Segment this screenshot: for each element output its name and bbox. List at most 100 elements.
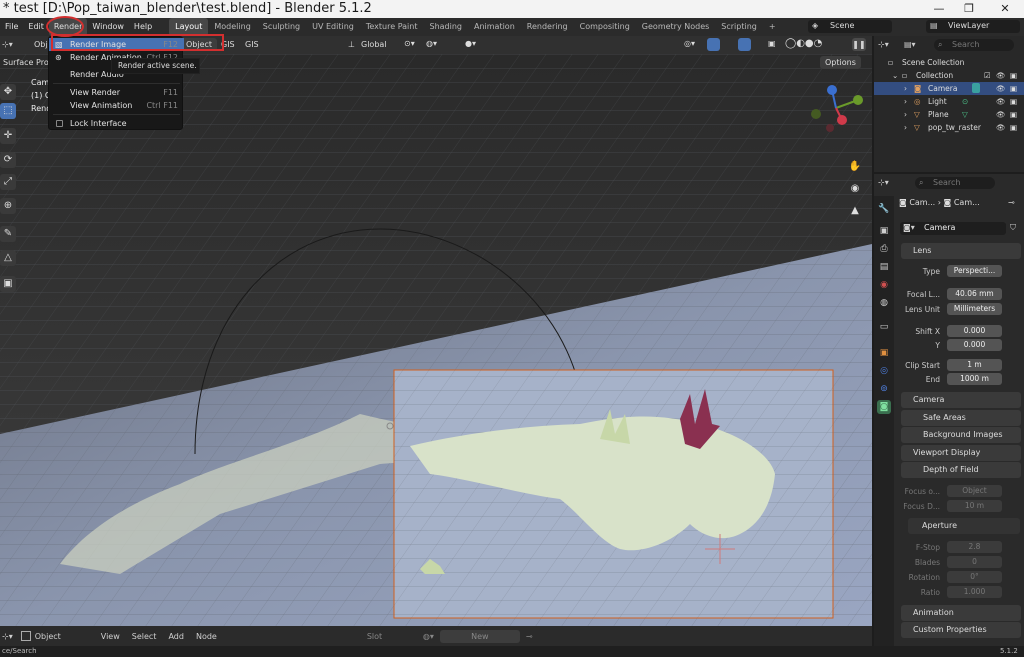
camera-render-icon[interactable]: ▣: [1010, 95, 1017, 108]
outliner-row-light[interactable]: › ◎ Light ⊙ 👁 ▣: [874, 95, 1024, 108]
panel-lens[interactable]: Lens: [901, 243, 1021, 259]
gizmo-toggle-icon[interactable]: [707, 38, 720, 51]
blades-field[interactable]: 0: [947, 556, 1002, 568]
fake-user-shield-icon[interactable]: ⛉: [1010, 223, 1016, 233]
outliner-editor-icon[interactable]: ⊹▾: [878, 40, 889, 49]
minimize-button[interactable]: —: [924, 0, 954, 18]
camera-data-tab-icon[interactable]: ◙: [877, 400, 891, 414]
panel-aperture[interactable]: Aperture: [908, 518, 1020, 534]
transform-orientation-icon[interactable]: ⊥: [348, 40, 355, 49]
collection-tab-icon[interactable]: ▭: [877, 320, 891, 334]
display-mode-icon[interactable]: ▤▾: [904, 40, 916, 49]
bottom-menu-node[interactable]: Node: [196, 632, 217, 641]
focal-length-field[interactable]: 40.06 mm: [947, 288, 1002, 300]
scene-selector[interactable]: ◈ Scene: [808, 20, 892, 33]
focus-distance-field[interactable]: 10 m: [947, 500, 1002, 512]
transform-tool-icon[interactable]: ⊕: [0, 198, 16, 214]
annotate-tool-icon[interactable]: ✎: [0, 226, 16, 242]
camera-render-icon[interactable]: ▣: [1010, 108, 1017, 121]
mode-selector[interactable]: Obj: [34, 40, 48, 49]
pivot-icon[interactable]: ⊙▾: [404, 39, 415, 48]
eye-icon[interactable]: 👁: [996, 108, 1006, 121]
camera-render-icon[interactable]: ▣: [1010, 121, 1017, 134]
outliner-row-pop-tw-raster[interactable]: › ▽ pop_tw_raster 👁 ▣: [874, 121, 1024, 134]
view-layer-tab-icon[interactable]: ▤: [877, 260, 891, 274]
cursor-tool-icon[interactable]: ✥: [0, 84, 16, 100]
shading-modes-icon[interactable]: ◯◐●◔: [785, 38, 822, 49]
close-button[interactable]: ✕: [990, 0, 1020, 18]
output-tab-icon[interactable]: ⎙: [877, 242, 891, 256]
material-icon[interactable]: ◍▾: [423, 632, 434, 641]
panel-background-images[interactable]: Background Images: [901, 427, 1021, 443]
panel-viewport-display[interactable]: Viewport Display: [901, 445, 1021, 461]
tab-uv-editing[interactable]: UV Editing: [306, 18, 360, 36]
slot-selector[interactable]: Slot: [367, 632, 417, 641]
transform-orientation-select[interactable]: Global: [361, 40, 387, 49]
render-tab-icon[interactable]: ▣: [877, 224, 891, 238]
lens-unit-select[interactable]: Millimeters: [947, 303, 1002, 315]
type-select[interactable]: Perspecti...: [947, 265, 1002, 277]
tab-scripting[interactable]: Scripting: [715, 18, 763, 36]
panel-camera[interactable]: Camera: [901, 392, 1021, 408]
pin-icon[interactable]: ⊸: [1008, 198, 1015, 207]
scene-tab-icon[interactable]: ◉: [877, 278, 891, 292]
camera-render-icon[interactable]: ▣: [1010, 82, 1017, 95]
clip-end-field[interactable]: 1000 m: [947, 373, 1002, 385]
camera-render-icon[interactable]: ▣: [1010, 69, 1017, 82]
world-tab-icon[interactable]: ◍: [877, 296, 891, 310]
constraints-tab-icon[interactable]: ⊚: [877, 382, 891, 396]
tab-animation[interactable]: Animation: [468, 18, 521, 36]
panel-depth-of-field[interactable]: Depth of Field: [901, 462, 1021, 478]
editor-type-icon[interactable]: ⊹▾: [2, 40, 13, 49]
eye-icon[interactable]: 👁: [996, 121, 1006, 134]
pan-hand-icon[interactable]: ✋: [848, 160, 862, 174]
proportional-edit-icon[interactable]: ●▾: [465, 39, 476, 48]
object-tab-icon[interactable]: ▣: [877, 346, 891, 360]
add-cube-tool-icon[interactable]: ▣: [0, 276, 16, 292]
menu-item-view-animation[interactable]: View Animation Ctrl F11: [49, 99, 184, 112]
rotate-tool-icon[interactable]: ⟳: [0, 152, 16, 168]
panel-safe-areas[interactable]: Safe Areas: [901, 410, 1021, 426]
measure-tool-icon[interactable]: △: [0, 250, 16, 266]
tab-compositing[interactable]: Compositing: [574, 18, 636, 36]
bottom-menu-add[interactable]: Add: [168, 632, 184, 641]
tab-shading[interactable]: Shading: [423, 18, 468, 36]
new-material-button[interactable]: New: [439, 629, 520, 643]
clip-start-field[interactable]: 1 m: [947, 359, 1002, 371]
navigation-gizmo[interactable]: [808, 82, 864, 132]
lock-interface-checkbox[interactable]: [56, 120, 63, 127]
viewlayer-selector[interactable]: ▤ ViewLayer: [926, 20, 1020, 33]
checkbox-icon[interactable]: ☑: [984, 69, 991, 82]
eye-icon[interactable]: 👁: [996, 69, 1006, 82]
xray-icon[interactable]: ▣: [768, 39, 776, 48]
editor-type-icon[interactable]: ⊹▾: [2, 632, 13, 641]
camera-view-icon[interactable]: ◉: [848, 182, 862, 196]
move-tool-icon[interactable]: ✛: [0, 128, 16, 144]
scale-tool-icon[interactable]: ⤢: [0, 174, 16, 190]
tab-rendering[interactable]: Rendering: [521, 18, 574, 36]
tab-texture-paint[interactable]: Texture Paint: [360, 18, 424, 36]
eye-icon[interactable]: 👁: [996, 82, 1006, 95]
shift-x-field[interactable]: 0.000: [947, 325, 1002, 337]
properties-editor-icon[interactable]: ⊹▾: [878, 178, 889, 187]
outliner-row-camera[interactable]: › ◙ Camera 👁 ▣: [874, 82, 1024, 95]
properties-search-input[interactable]: ⌕ Search: [915, 177, 995, 189]
eye-icon[interactable]: 👁: [996, 95, 1006, 108]
bottom-mode-selector[interactable]: Object: [35, 632, 61, 641]
menu-item-lock-interface[interactable]: Lock Interface: [49, 117, 184, 130]
outliner-row-collection[interactable]: ⌄ ▫ Collection ☑ 👁 ▣: [874, 69, 1024, 82]
bottom-menu-select[interactable]: Select: [132, 632, 157, 641]
outliner-search-input[interactable]: ⌕ Search: [934, 39, 1014, 51]
panel-animation[interactable]: Animation: [901, 605, 1021, 621]
maximize-button[interactable]: ❐: [954, 0, 984, 18]
pin-icon[interactable]: ⊸: [526, 632, 533, 641]
tool-tab-icon[interactable]: 🔧: [877, 202, 891, 216]
tab-sculpting[interactable]: Sculpting: [257, 18, 306, 36]
menu-item-view-render[interactable]: View Render F11: [49, 86, 184, 99]
rotation-field[interactable]: 0°: [947, 571, 1002, 583]
shift-y-field[interactable]: 0.000: [947, 339, 1002, 351]
panel-custom-properties[interactable]: Custom Properties: [901, 622, 1021, 638]
tab-geometry-nodes[interactable]: Geometry Nodes: [636, 18, 715, 36]
ratio-field[interactable]: 1.000: [947, 586, 1002, 598]
bottom-menu-view[interactable]: View: [101, 632, 120, 641]
